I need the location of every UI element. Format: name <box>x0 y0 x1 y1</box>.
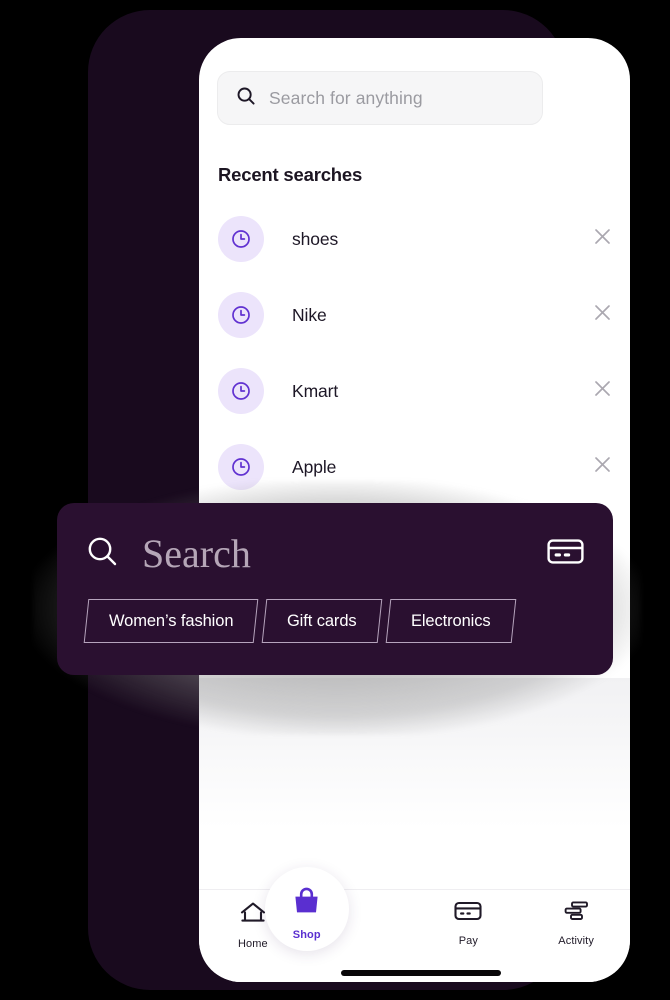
clock-icon <box>218 292 264 338</box>
list-item-label: Nike <box>292 304 327 325</box>
chip-gift-cards[interactable]: Gift cards <box>262 599 383 643</box>
chip-label: Women’s fashion <box>109 611 234 630</box>
overlay-search-row[interactable]: Search <box>86 529 584 579</box>
list-item-label: shoes <box>292 228 339 249</box>
close-icon[interactable] <box>594 228 611 250</box>
chip-womens-fashion[interactable]: Women’s fashion <box>83 599 259 643</box>
close-icon[interactable] <box>594 380 611 402</box>
screenshot-stage: Search for anything Recent searches shoe… <box>0 0 670 1000</box>
list-item-label: Kmart <box>292 380 339 401</box>
nav-label: Pay <box>458 935 478 947</box>
clock-icon <box>218 216 264 262</box>
shopping-bag-icon <box>290 887 323 922</box>
credit-card-icon <box>454 900 482 927</box>
bottom-nav: Home Pay Activity Shop <box>199 867 630 982</box>
list-item[interactable]: Kmart <box>199 353 630 429</box>
home-indicator <box>341 970 501 976</box>
close-icon[interactable] <box>594 456 611 478</box>
recent-searches-list: shoes Nike Kmart Apple <box>199 201 630 505</box>
nav-label: Activity <box>558 935 594 947</box>
list-item[interactable]: shoes <box>199 201 630 277</box>
bottom-nav-items: Home Pay Activity <box>199 890 630 962</box>
chip-label: Electronics <box>411 611 491 630</box>
list-item[interactable]: Nike <box>199 277 630 353</box>
clock-icon <box>218 368 264 414</box>
search-input[interactable]: Search for anything <box>217 71 543 125</box>
close-icon[interactable] <box>594 304 611 326</box>
nav-item-activity[interactable]: Activity <box>522 890 630 962</box>
nav-item-shop[interactable]: Shop <box>264 867 349 951</box>
nav-item-pay[interactable]: Pay <box>415 890 523 962</box>
chip-label: Gift cards <box>287 611 358 630</box>
activity-bars-icon <box>562 900 590 927</box>
overlay-chip-row: Women’s fashion Gift cards Electronics <box>83 599 516 643</box>
overlay-search-card: Search Women’s fashion Gift cards Electr… <box>57 503 613 675</box>
chip-electronics[interactable]: Electronics <box>385 599 516 643</box>
home-icon <box>239 900 267 930</box>
nav-label: Home <box>238 938 268 950</box>
list-item-label: Apple <box>292 456 337 477</box>
search-icon <box>86 535 119 573</box>
search-icon <box>236 86 256 111</box>
credit-card-icon[interactable] <box>547 537 584 571</box>
overlay-search-text: Search <box>142 531 251 576</box>
recent-searches-heading: Recent searches <box>218 164 363 185</box>
search-placeholder: Search for anything <box>269 87 423 108</box>
nav-label: Shop <box>292 929 321 941</box>
